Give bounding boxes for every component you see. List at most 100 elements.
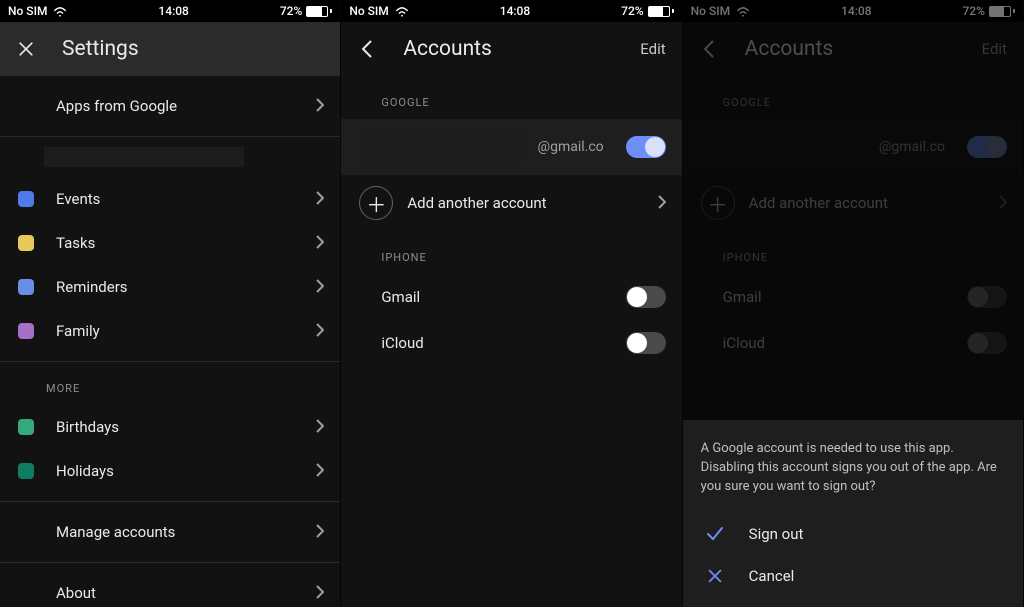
row-label: Gmail <box>723 288 945 306</box>
icloud-toggle[interactable] <box>626 332 666 354</box>
chevron-right-icon <box>316 97 324 116</box>
row-label: Holidays <box>56 462 294 480</box>
account-info-redacted <box>701 127 863 167</box>
holidays-row[interactable]: Holidays <box>0 449 340 493</box>
row-label: Gmail <box>381 288 603 306</box>
more-section-header: MORE <box>0 362 340 405</box>
clock-text: 14:08 <box>500 4 530 18</box>
family-row[interactable]: Family <box>0 309 340 353</box>
row-label: iCloud <box>723 334 945 352</box>
events-row[interactable]: Events <box>0 177 340 221</box>
google-account-row: @gmail.co <box>683 119 1023 175</box>
manage-accounts-row[interactable]: Manage accounts <box>0 502 340 562</box>
color-dot <box>18 323 34 339</box>
battery-pct: 72% <box>962 4 984 18</box>
page-title: Accounts <box>745 37 834 61</box>
sign-out-button[interactable]: Sign out <box>701 513 1005 555</box>
chevron-right-icon <box>316 234 324 253</box>
status-bar: No SIM 14:08 72% <box>683 0 1023 22</box>
back-icon[interactable] <box>697 37 721 61</box>
chevron-right-icon <box>316 278 324 297</box>
x-icon <box>705 566 725 586</box>
clock-text: 14:08 <box>158 4 188 18</box>
reminders-row[interactable]: Reminders <box>0 265 340 309</box>
icloud-row[interactable]: iCloud <box>341 320 681 366</box>
battery-icon <box>989 6 1015 17</box>
row-label: Add another account <box>407 194 643 212</box>
wifi-icon <box>736 6 750 16</box>
gmail-row: Gmail <box>683 274 1023 320</box>
chevron-right-icon <box>316 322 324 341</box>
icloud-row: iCloud <box>683 320 1023 366</box>
wifi-icon <box>395 6 409 16</box>
google-account-row[interactable]: @gmail.co <box>341 119 681 175</box>
gmail-toggle[interactable] <box>626 286 666 308</box>
chevron-right-icon <box>316 584 324 603</box>
clock-text: 14:08 <box>841 4 871 18</box>
iphone-section-header: IPHONE <box>341 231 681 274</box>
chevron-right-icon <box>316 523 324 542</box>
row-label: Events <box>56 190 294 208</box>
color-dot <box>18 191 34 207</box>
row-label: iCloud <box>381 334 603 352</box>
account-label-redacted <box>44 147 244 167</box>
plus-icon: ＋ <box>359 186 393 220</box>
edit-button[interactable]: Edit <box>982 40 1007 58</box>
tasks-row[interactable]: Tasks <box>0 221 340 265</box>
row-label: Manage accounts <box>56 523 294 541</box>
color-dot <box>18 419 34 435</box>
row-label: Add another account <box>749 194 985 212</box>
back-icon[interactable] <box>355 37 379 61</box>
row-label: Tasks <box>56 234 294 252</box>
status-bar: No SIM 14:08 72% <box>341 0 681 22</box>
battery-icon <box>648 6 674 17</box>
add-account-row[interactable]: ＋ Add another account <box>341 175 681 231</box>
close-icon[interactable] <box>14 37 38 61</box>
about-row[interactable]: About <box>0 563 340 607</box>
account-info-redacted <box>359 127 521 167</box>
status-bar: No SIM 14:08 72% <box>0 0 340 22</box>
row-label: Family <box>56 322 294 340</box>
row-label: Birthdays <box>56 418 294 436</box>
gmail-row[interactable]: Gmail <box>341 274 681 320</box>
accounts-header: Accounts Edit <box>683 22 1023 76</box>
color-dot <box>18 279 34 295</box>
color-dot <box>18 235 34 251</box>
sheet-message: A Google account is needed to use this a… <box>701 440 1005 497</box>
battery-icon <box>306 6 332 17</box>
gmail-toggle <box>967 286 1007 308</box>
chevron-right-icon <box>999 194 1007 213</box>
screen-accounts: No SIM 14:08 72% Accounts Edit GOOGLE @g… <box>341 0 682 607</box>
cancel-button[interactable]: Cancel <box>701 555 1005 597</box>
chevron-right-icon <box>658 194 666 213</box>
accounts-header: Accounts Edit <box>341 22 681 76</box>
google-section-header: GOOGLE <box>341 76 681 119</box>
signout-sheet: A Google account is needed to use this a… <box>683 420 1023 607</box>
icloud-toggle <box>967 332 1007 354</box>
account-toggle <box>967 136 1007 158</box>
screen-accounts-signout: No SIM 14:08 72% Accounts Edit GOOGLE @g… <box>683 0 1024 607</box>
apps-from-google-row[interactable]: Apps from Google <box>0 76 340 136</box>
battery-pct: 72% <box>621 4 643 18</box>
carrier-text: No SIM <box>8 4 47 18</box>
battery-pct: 72% <box>280 4 302 18</box>
row-label: Cancel <box>749 567 795 585</box>
account-email-suffix: @gmail.co <box>879 139 951 155</box>
chevron-right-icon <box>316 418 324 437</box>
row-label: Sign out <box>749 525 804 543</box>
screen-settings: No SIM 14:08 72% Settings Apps from Goog… <box>0 0 341 607</box>
add-account-row: ＋ Add another account <box>683 175 1023 231</box>
page-title: Accounts <box>403 37 492 61</box>
page-title: Settings <box>62 37 139 61</box>
settings-header: Settings <box>0 22 340 76</box>
check-icon <box>705 524 725 544</box>
carrier-text: No SIM <box>349 4 388 18</box>
color-dot <box>18 463 34 479</box>
row-label: About <box>56 584 294 602</box>
edit-button[interactable]: Edit <box>640 40 665 58</box>
birthdays-row[interactable]: Birthdays <box>0 405 340 449</box>
carrier-text: No SIM <box>691 4 730 18</box>
account-toggle[interactable] <box>626 136 666 158</box>
wifi-icon <box>53 6 67 16</box>
chevron-right-icon <box>316 190 324 209</box>
